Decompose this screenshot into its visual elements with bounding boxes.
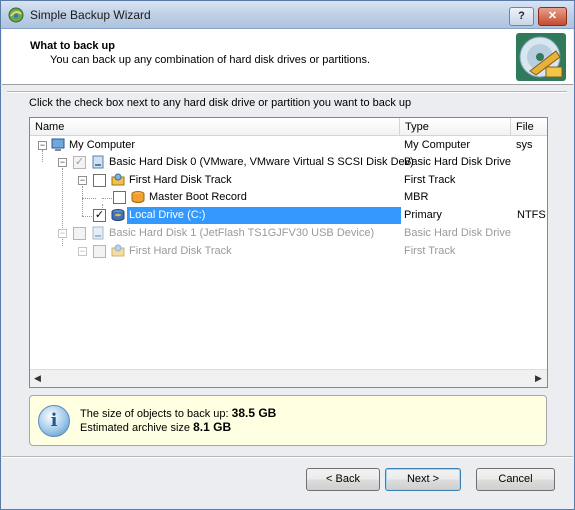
backup-disk-icon bbox=[516, 33, 566, 81]
help-button[interactable]: ? bbox=[509, 7, 534, 26]
page-title: What to back up bbox=[30, 40, 115, 52]
tree-item-label: First Hard Disk Track bbox=[129, 245, 232, 257]
cancel-button[interactable]: Cancel bbox=[476, 468, 555, 491]
filesystem-cell: NTFS bbox=[517, 209, 546, 221]
app-icon bbox=[8, 7, 24, 23]
collapse-toggle[interactable]: − bbox=[58, 229, 67, 238]
backup-size-value: 38.5 GB bbox=[231, 406, 277, 420]
scroll-left-icon[interactable]: ◀ bbox=[34, 373, 41, 384]
collapse-toggle[interactable]: − bbox=[38, 141, 47, 150]
wizard-header: What to back up You can back up any comb… bbox=[2, 29, 573, 85]
next-button[interactable]: Next > bbox=[385, 468, 461, 491]
close-button[interactable]: ✕ bbox=[538, 7, 567, 26]
wizard-window: Simple Backup Wizard ? ✕ What to back up… bbox=[0, 0, 575, 510]
checkbox-checked[interactable]: ✓ bbox=[93, 209, 106, 222]
checkbox-disabled[interactable] bbox=[93, 245, 106, 258]
size-info-box: i The size of objects to back up: 38.5 G… bbox=[29, 395, 547, 446]
type-cell: Basic Hard Disk Drive bbox=[404, 156, 511, 168]
disk-tree-list[interactable]: Name Type File sys − My Computer My Comp… bbox=[29, 117, 548, 388]
column-header-filesystem[interactable]: File sys bbox=[511, 118, 547, 151]
backup-size-label: The size of objects to back up: bbox=[80, 408, 229, 420]
tree-row-first-track-disk-1[interactable]: − First Hard Disk Track First Track bbox=[30, 243, 547, 260]
tree-item-label: Master Boot Record bbox=[149, 191, 247, 203]
type-cell: Basic Hard Disk Drive bbox=[404, 227, 511, 239]
type-cell: MBR bbox=[404, 191, 429, 203]
tree-item-label: Basic Hard Disk 0 (VMware, VMware Virtua… bbox=[109, 156, 414, 168]
disk-track-icon bbox=[111, 244, 125, 257]
tree-row-hard-disk-0[interactable]: − ✓ Basic Hard Disk 0 (VMware, VMware Vi… bbox=[30, 154, 547, 171]
footer-divider bbox=[2, 456, 573, 458]
checkbox-partial[interactable]: ✓ bbox=[73, 156, 86, 169]
type-cell: My Computer bbox=[404, 139, 471, 151]
checkbox-disabled[interactable] bbox=[73, 227, 86, 240]
horizontal-scrollbar[interactable]: ◀ ▶ bbox=[30, 369, 547, 387]
tree-item-label: Basic Hard Disk 1 (JetFlash TS1GJFV30 US… bbox=[109, 227, 375, 239]
checkbox[interactable] bbox=[93, 174, 106, 187]
type-cell: First Track bbox=[404, 245, 456, 257]
collapse-toggle[interactable]: − bbox=[78, 176, 87, 185]
tree-item-label: My Computer bbox=[69, 139, 136, 151]
tree-item-label: Local Drive (C:) bbox=[129, 209, 206, 221]
partition-icon bbox=[111, 209, 125, 221]
checkbox[interactable] bbox=[113, 191, 126, 204]
tree-item-label: First Hard Disk Track bbox=[129, 174, 232, 186]
hard-disk-icon bbox=[92, 155, 104, 169]
instruction-text: Click the check box next to any hard dis… bbox=[29, 97, 412, 109]
collapse-toggle[interactable]: − bbox=[58, 158, 67, 167]
collapse-toggle[interactable]: − bbox=[78, 247, 87, 256]
column-header-name[interactable]: Name bbox=[30, 118, 400, 136]
header-divider bbox=[7, 91, 567, 93]
tree-row-mbr[interactable]: Master Boot Record MBR bbox=[30, 189, 547, 206]
archive-size-value: 8.1 GB bbox=[193, 420, 232, 434]
column-header-type[interactable]: Type bbox=[400, 118, 511, 136]
backup-size-line: The size of objects to back up: 38.5 GB bbox=[80, 406, 276, 420]
tree-row-local-drive-c[interactable]: ✓ Local Drive (C:) Primary NTFS bbox=[30, 207, 547, 224]
hard-disk-icon bbox=[92, 226, 104, 240]
archive-size-line: Estimated archive size 8.1 GB bbox=[80, 420, 231, 434]
back-button[interactable]: < Back bbox=[306, 468, 380, 491]
type-cell: First Track bbox=[404, 174, 456, 186]
page-subtitle: You can back up any combination of hard … bbox=[50, 54, 370, 66]
tree-row-hard-disk-1[interactable]: − Basic Hard Disk 1 (JetFlash TS1GJFV30 … bbox=[30, 225, 547, 242]
mbr-icon bbox=[131, 191, 145, 203]
type-cell: Primary bbox=[404, 209, 442, 221]
title-bar[interactable]: Simple Backup Wizard ? ✕ bbox=[1, 1, 574, 29]
info-icon: i bbox=[38, 405, 70, 437]
scroll-right-icon[interactable]: ▶ bbox=[535, 373, 542, 384]
disk-track-icon bbox=[111, 173, 125, 186]
tree-row-first-track[interactable]: − First Hard Disk Track First Track bbox=[30, 172, 547, 189]
tree-row-my-computer[interactable]: − My Computer My Computer bbox=[30, 137, 547, 154]
window-title: Simple Backup Wizard bbox=[30, 8, 151, 22]
archive-size-label: Estimated archive size bbox=[80, 422, 191, 434]
computer-icon bbox=[51, 138, 65, 151]
